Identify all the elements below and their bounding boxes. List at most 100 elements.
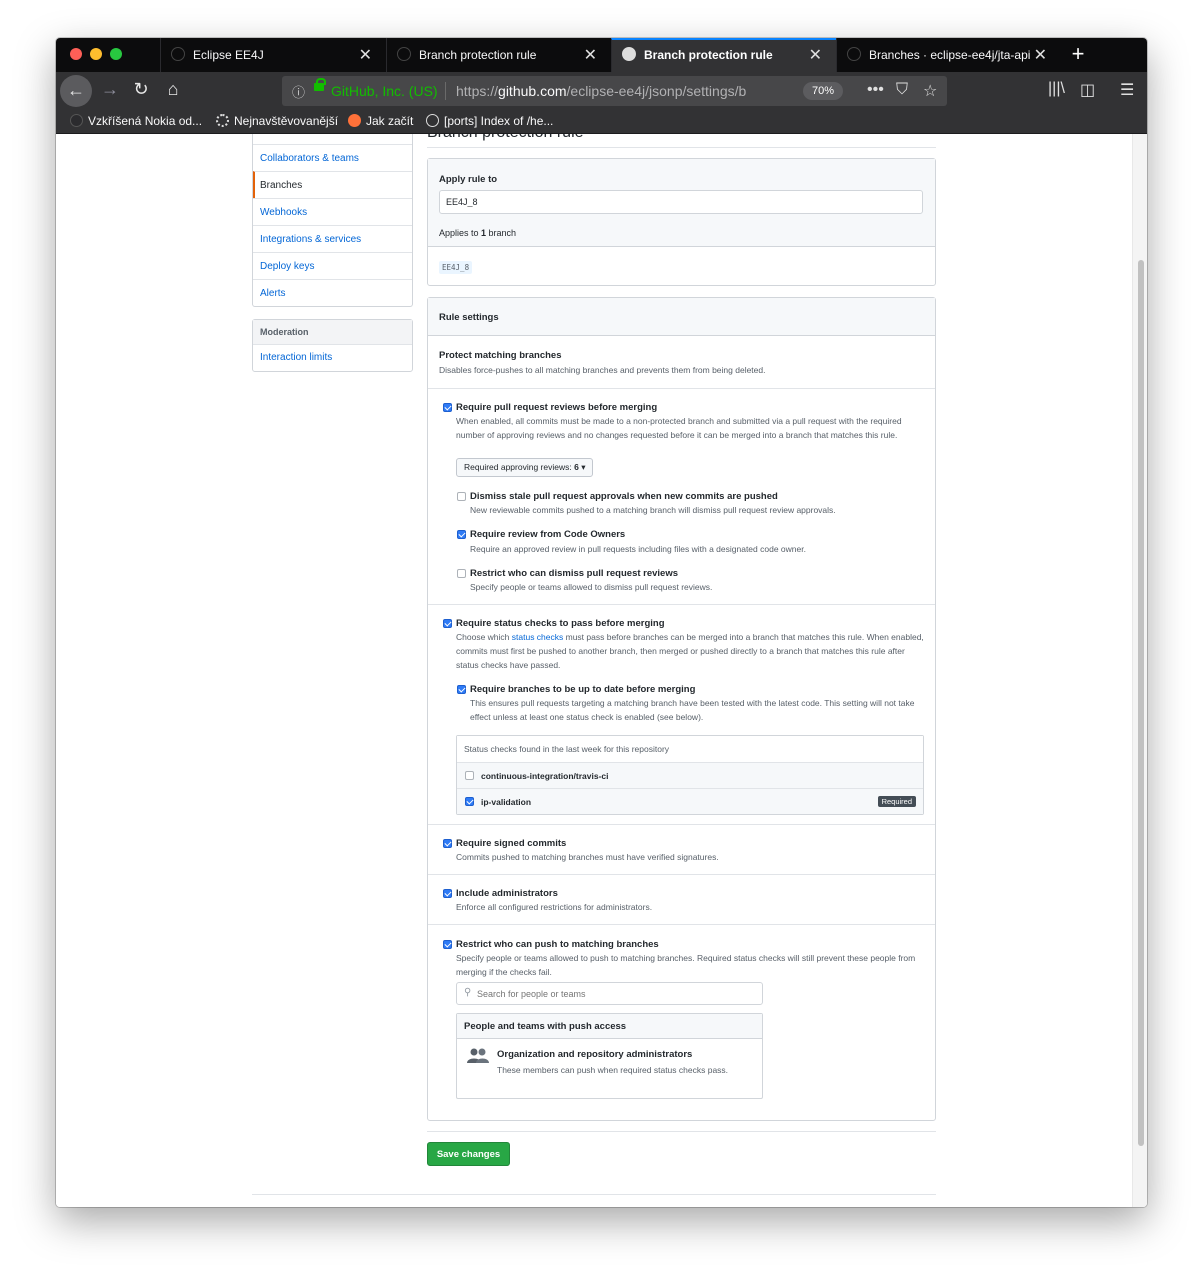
site-identity[interactable]: GitHub, Inc. (US)	[331, 83, 438, 99]
sidebar-item-alerts[interactable]: Alerts	[253, 279, 412, 306]
rule-settings-box: Rule settings Protect matching branches …	[427, 297, 936, 1121]
new-tab-button[interactable]: +	[1066, 41, 1090, 67]
push-access-box: People and teams with push access Organi…	[456, 1013, 763, 1099]
required-badge: Required	[877, 796, 916, 807]
tab-branches-jta-api[interactable]: Branches · eclipse-ee4j/jta-api ✕	[836, 38, 1061, 72]
applies-to-text: Applies to 1 branch	[439, 228, 516, 238]
status-checks-list: Status checks found in the last week for…	[456, 735, 924, 815]
status-check-row[interactable]: ip-validation Required	[457, 788, 923, 814]
forward-arrow-icon[interactable]: →	[98, 79, 122, 100]
settings-sidebar: Collaborators & teams Branches Webhooks …	[252, 134, 413, 372]
sidebar-item-interaction-limits[interactable]: Interaction limits	[253, 345, 412, 371]
bookmarks-bar: Vzkříšená Nokia od... Nejnavštěvovanější…	[56, 110, 1147, 134]
status-check-row[interactable]: continuous-integration/travis-ci	[457, 762, 923, 788]
page-scrollbar[interactable]	[1132, 134, 1147, 1207]
people-search-input[interactable]	[477, 986, 757, 1001]
restrict-dismiss-desc: Specify people or teams allowed to dismi…	[470, 582, 713, 592]
sidebar-item-webhooks[interactable]: Webhooks	[253, 198, 412, 225]
status-checks-checkbox[interactable]	[443, 619, 452, 628]
restrict-dismiss-checkbox[interactable]	[457, 569, 466, 578]
pr-reviews-checkbox[interactable]	[443, 403, 452, 412]
ip-validation-checkbox[interactable]	[465, 797, 474, 806]
info-icon[interactable]: ⓘ	[292, 82, 305, 101]
dismiss-stale-checkbox[interactable]	[457, 492, 466, 501]
section-divider	[428, 874, 935, 875]
url-bar[interactable]: ⓘ GitHub, Inc. (US) https://github.com/e…	[282, 76, 947, 106]
tab-branch-protection-active[interactable]: Branch protection rule ✕	[611, 38, 836, 72]
maximize-window-button[interactable]	[110, 48, 122, 60]
reload-icon[interactable]: ↻	[129, 79, 153, 100]
url-separator	[445, 82, 446, 100]
signed-commits-checkbox[interactable]	[443, 839, 452, 848]
zoom-level[interactable]: 70%	[803, 82, 843, 100]
applies-prefix: Applies to	[439, 228, 482, 238]
tab-bar: Eclipse EE4J ✕ Branch protection rule ✕ …	[56, 38, 1147, 72]
close-tab-icon[interactable]: ✕	[359, 45, 372, 65]
more-icon[interactable]: •••	[867, 81, 884, 99]
section-divider	[428, 388, 935, 389]
home-icon[interactable]: ⌂	[161, 79, 185, 100]
select-label: Required approving reviews:	[464, 462, 575, 472]
sidebar-item-deploy-keys[interactable]: Deploy keys	[253, 252, 412, 279]
library-icon[interactable]: |||\	[1048, 80, 1065, 98]
gear-icon	[216, 114, 229, 127]
close-tab-icon[interactable]: ✕	[584, 45, 597, 65]
close-window-button[interactable]	[70, 48, 82, 60]
star-icon[interactable]: ☆	[923, 81, 937, 101]
pr-reviews-title: Require pull request reviews before merg…	[456, 402, 658, 413]
hamburger-menu-icon[interactable]: ☰	[1120, 80, 1134, 100]
bookmark-item[interactable]: Nejnavštěvovanější	[216, 114, 338, 128]
up-to-date-checkbox[interactable]	[457, 685, 466, 694]
approving-reviews-select[interactable]: Required approving reviews: 6 ▾	[456, 458, 594, 477]
url-text[interactable]: https://github.com/eclipse-ee4j/jsonp/se…	[456, 83, 766, 99]
pocket-icon[interactable]: ⛉	[896, 81, 908, 99]
up-to-date-title: Require branches to be up to date before…	[470, 684, 696, 695]
minimize-window-button[interactable]	[90, 48, 102, 60]
restrict-push-checkbox[interactable]	[443, 940, 452, 949]
sidebar-icon[interactable]: ◫	[1080, 80, 1095, 100]
status-checks-title: Require status checks to pass before mer…	[456, 618, 665, 629]
dismiss-stale-desc: New reviewable commits pushed to a match…	[470, 505, 836, 515]
close-tab-icon[interactable]: ✕	[809, 45, 822, 65]
section-divider	[428, 824, 935, 825]
status-checks-link[interactable]: status checks	[512, 632, 564, 642]
github-icon	[622, 47, 636, 61]
close-tab-icon[interactable]: ✕	[1034, 45, 1047, 65]
bookmark-item[interactable]: Vzkříšená Nokia od...	[70, 114, 202, 128]
restrict-push-title: Restrict who can push to matching branch…	[456, 939, 659, 950]
back-arrow-icon[interactable]: ←	[60, 75, 92, 107]
include-admins-checkbox[interactable]	[443, 889, 452, 898]
page-content: Collaborators & teams Branches Webhooks …	[56, 134, 1147, 1207]
signed-commits-title: Require signed commits	[456, 838, 567, 849]
pr-reviews-desc: When enabled, all commits must be made t…	[456, 416, 902, 440]
rule-settings-heading: Rule settings	[439, 312, 499, 323]
moderation-menu: Moderation Interaction limits	[252, 319, 413, 372]
dismiss-stale-title: Dismiss stale pull request approvals whe…	[470, 491, 778, 502]
url-host: github.com	[498, 83, 567, 99]
tab-branch-protection-1[interactable]: Branch protection rule ✕	[386, 38, 611, 72]
settings-menu: Collaborators & teams Branches Webhooks …	[252, 134, 413, 307]
page-title: Branch protection rule	[427, 134, 584, 142]
bookmark-item[interactable]: [ports] Index of /he...	[426, 114, 553, 128]
people-icon	[467, 1048, 489, 1069]
applies-suffix: branch	[486, 228, 517, 238]
url-prefix: https://	[456, 83, 499, 99]
bookmark-label: Vzkříšená Nokia od...	[88, 114, 203, 128]
code-owners-desc: Require an approved review in pull reque…	[470, 544, 806, 554]
admins-entry-title: Organization and repository administrato…	[497, 1049, 693, 1060]
sidebar-item-integrations[interactable]: Integrations & services	[253, 225, 412, 252]
sidebar-item-collaborators[interactable]: Collaborators & teams	[253, 144, 412, 171]
search-icon: ⚲	[464, 987, 472, 998]
github-icon	[847, 47, 861, 61]
code-owners-checkbox[interactable]	[457, 530, 466, 539]
sidebar-item-branches[interactable]: Branches	[253, 171, 412, 198]
footer-divider	[252, 1194, 936, 1195]
people-search-field[interactable]: ⚲	[456, 982, 763, 1005]
tab-eclipse-ee4j[interactable]: Eclipse EE4J ✕	[160, 38, 386, 72]
branch-pattern-input[interactable]	[439, 190, 923, 214]
travis-ci-checkbox[interactable]	[465, 771, 474, 780]
section-divider	[428, 924, 935, 925]
bookmark-item[interactable]: Jak začít	[348, 114, 413, 128]
scrollbar-thumb[interactable]	[1138, 260, 1144, 1146]
save-changes-button[interactable]: Save changes	[427, 1142, 510, 1166]
